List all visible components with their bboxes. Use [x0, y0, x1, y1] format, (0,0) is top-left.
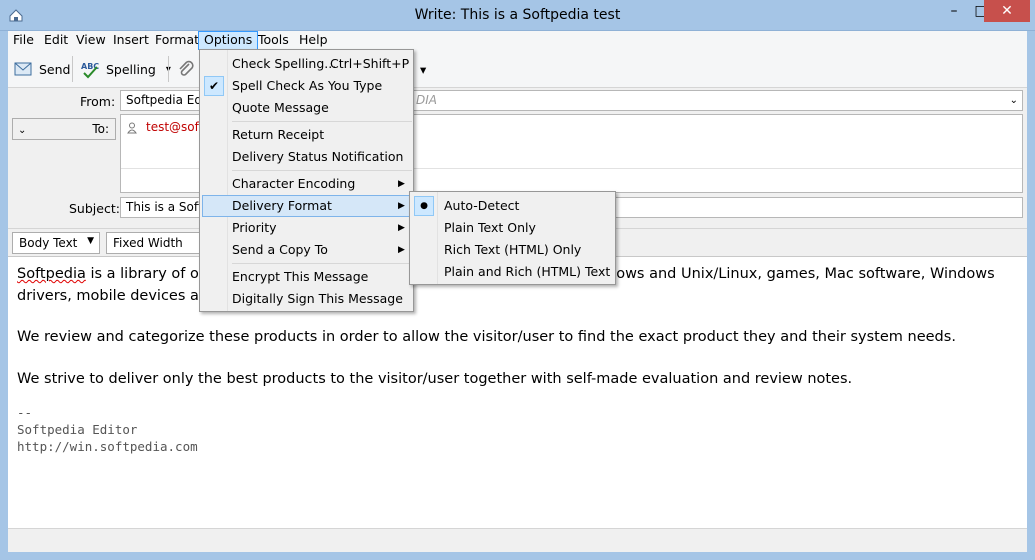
send-label: Send — [39, 61, 71, 77]
message-body-editor[interactable]: Softpedia is a library of ov dows and Un… — [8, 256, 1027, 528]
from-value: Softpedia Edit — [126, 93, 211, 107]
signature-name: Softpedia Editor — [17, 422, 138, 437]
menu-item-encrypt-this-message[interactable]: Encrypt This Message — [202, 266, 411, 288]
send-button[interactable]: Send — [13, 56, 70, 82]
menu-item-label: Character Encoding — [232, 176, 356, 191]
menu-view[interactable]: View — [71, 31, 111, 50]
status-bar — [8, 528, 1027, 552]
options-menu: Check Spelling... Ctrl+Shift+P ✔ Spell C… — [199, 49, 414, 312]
recipient-address[interactable]: test@soft — [146, 120, 203, 134]
menu-item-label: Send a Copy To — [232, 242, 328, 257]
menu-item-label: Delivery Format — [232, 198, 332, 213]
menu-item-label: Rich Text (HTML) Only — [444, 242, 582, 257]
menu-item-label: Plain Text Only — [444, 220, 536, 235]
window-title: Write: This is a Softpedia test — [414, 7, 621, 23]
recipient-type-label: To: — [92, 122, 109, 136]
menu-item-label: Spell Check As You Type — [232, 78, 383, 93]
menu-item-priority[interactable]: Priority ▶ — [202, 217, 411, 239]
submenu-arrow-icon: ▶ — [398, 245, 405, 255]
checkmark-icon: ✔ — [204, 76, 224, 96]
window-frame-left — [0, 31, 8, 560]
close-button[interactable]: ✕ — [984, 0, 1030, 22]
menu-item-label: Return Receipt — [232, 127, 325, 142]
minimize-button[interactable]: – — [940, 0, 968, 22]
menu-insert[interactable]: Insert — [108, 31, 154, 50]
toolbar-separator — [72, 56, 73, 82]
menu-format[interactable]: Format — [150, 31, 204, 50]
spelling-button[interactable]: ABC Spelling ▾ — [80, 56, 171, 82]
body-line-2: drivers, mobile devices an — [17, 288, 209, 304]
menu-options[interactable]: Options — [198, 31, 259, 50]
menu-item-spell-check-as-you-type[interactable]: ✔ Spell Check As You Type — [202, 75, 411, 97]
body-text-fragment: dows and Unix/Linux, games, Mac software… — [607, 266, 995, 282]
window-frame-bottom — [0, 552, 1035, 560]
menu-separator — [232, 121, 412, 122]
menu-separator — [232, 170, 412, 171]
body-paragraph-1: Softpedia is a library of ov — [17, 263, 207, 285]
attach-button[interactable] — [176, 56, 196, 82]
send-icon — [14, 62, 32, 76]
menu-item-auto-detect[interactable]: ● Auto-Detect — [412, 195, 613, 217]
menu-item-label: Quote Message — [232, 100, 329, 115]
delivery-format-submenu: ● Auto-Detect Plain Text Only Rich Text … — [409, 191, 616, 285]
toolbar-separator — [168, 56, 169, 82]
from-label: From: — [80, 94, 116, 109]
contact-icon — [127, 122, 137, 134]
menu-file[interactable]: File — [8, 31, 39, 50]
menu-item-label: Digitally Sign This Message — [232, 291, 403, 306]
subject-value: This is a Softp — [126, 200, 211, 214]
spelling-icon: ABC — [81, 62, 99, 79]
misspelled-word: Softpedia — [17, 266, 86, 282]
window-frame-right — [1027, 31, 1035, 560]
title-bar: Write: This is a Softpedia test – □ ✕ — [0, 0, 1035, 31]
toolbar-dropdown-arrow[interactable]: ▾ — [420, 56, 426, 82]
paragraph-style-value: Body Text — [19, 236, 78, 250]
spelling-label: Spelling — [106, 61, 156, 77]
menu-bar: File Edit View Insert Format Options Too… — [8, 31, 1027, 50]
body-paragraph-2: We review and categorize these products … — [17, 329, 956, 345]
recipient-type-chevron-icon: ⌄ — [18, 125, 27, 136]
submenu-arrow-icon: ▶ — [398, 179, 405, 189]
menu-item-send-a-copy-to[interactable]: Send a Copy To ▶ — [202, 239, 411, 261]
menu-edit[interactable]: Edit — [39, 31, 73, 50]
menu-item-label: Priority — [232, 220, 277, 235]
radio-selected-icon: ● — [414, 196, 434, 216]
menu-item-check-spelling[interactable]: Check Spelling... Ctrl+Shift+P — [202, 53, 411, 75]
subject-label: Subject: — [69, 201, 120, 216]
font-select[interactable]: Fixed Width — [106, 232, 206, 254]
submenu-arrow-icon: ▶ — [398, 201, 405, 211]
menu-item-label: Check Spelling... — [232, 56, 337, 71]
from-dropdown-icon: ⌄ — [1009, 95, 1018, 106]
menu-item-label: Auto-Detect — [444, 198, 520, 213]
signature-separator: -- — [17, 405, 33, 420]
recipient-type-select[interactable]: ⌄ To: — [12, 118, 116, 140]
menu-item-label: Delivery Status Notification — [232, 149, 404, 164]
paragraph-style-select[interactable]: Body Text ▼ — [12, 232, 100, 254]
menu-item-label: Encrypt This Message — [232, 269, 369, 284]
paragraph-style-chevron-icon: ▼ — [87, 236, 94, 246]
menu-item-return-receipt[interactable]: Return Receipt — [202, 124, 411, 146]
menu-separator — [232, 263, 412, 264]
body-paragraph-3: We strive to deliver only the best produ… — [17, 371, 853, 387]
compose-toolbar: Send ABC Spelling ▾ ▾ — [8, 50, 1027, 88]
menu-item-character-encoding[interactable]: Character Encoding ▶ — [202, 173, 411, 195]
from-value-tail: DIA — [416, 93, 437, 107]
submenu-arrow-icon: ▶ — [398, 223, 405, 233]
signature-url: http://win.softpedia.com — [17, 439, 198, 454]
font-value: Fixed Width — [113, 236, 183, 250]
paperclip-icon — [179, 60, 194, 76]
menu-help[interactable]: Help — [294, 31, 333, 50]
menu-item-rich-text-html-only[interactable]: Rich Text (HTML) Only — [412, 239, 613, 261]
menu-item-quote-message[interactable]: Quote Message — [202, 97, 411, 119]
menu-item-plain-and-rich-text[interactable]: Plain and Rich (HTML) Text — [412, 261, 613, 283]
menu-item-plain-text-only[interactable]: Plain Text Only — [412, 217, 613, 239]
menu-item-digitally-sign-this-message[interactable]: Digitally Sign This Message — [202, 288, 411, 310]
menu-item-delivery-status-notification[interactable]: Delivery Status Notification — [202, 146, 411, 168]
menu-item-delivery-format[interactable]: Delivery Format ▶ — [202, 195, 411, 217]
menu-tools[interactable]: Tools — [253, 31, 294, 50]
body-text-fragment: is a library of ov — [85, 266, 208, 282]
svg-text:ABC: ABC — [81, 62, 99, 71]
menu-item-label: Plain and Rich (HTML) Text — [444, 264, 611, 279]
menu-item-shortcut: Ctrl+Shift+P — [330, 56, 410, 71]
